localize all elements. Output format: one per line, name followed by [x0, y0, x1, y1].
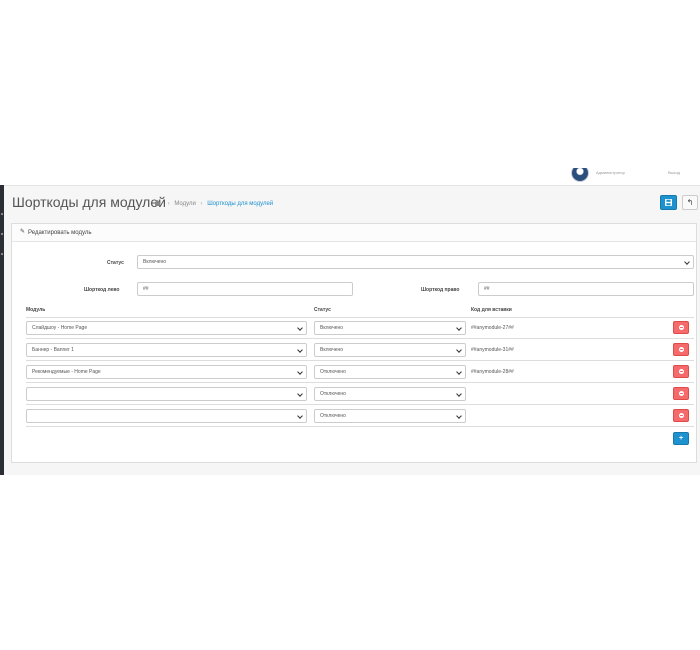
shortcode-left-input[interactable]: ##	[137, 282, 353, 296]
shortcode-right-value: ##	[484, 286, 490, 292]
shortcode-left-value: ##	[143, 286, 149, 292]
minus-circle-icon	[678, 325, 684, 330]
save-button[interactable]	[660, 195, 677, 210]
breadcrumb: › Модули › Шорткоды для модулей	[154, 200, 273, 207]
top-header-bar: Администратор Выход	[0, 168, 700, 185]
row-status-value: Включено	[320, 325, 344, 331]
minus-circle-icon	[678, 391, 684, 396]
status-select-value: Включено	[143, 259, 167, 265]
module-select-value: Слайдшоу - Home Page	[32, 325, 88, 331]
column-header-status: Статус	[314, 307, 331, 313]
bottom-blank-area	[0, 475, 700, 650]
add-row-button[interactable]: +	[673, 432, 689, 445]
user-name[interactable]: Администратор	[596, 170, 625, 175]
module-select[interactable]	[26, 387, 307, 401]
minus-circle-icon	[678, 369, 684, 374]
row-divider	[26, 426, 694, 427]
page-title: Шорткоды для модулей	[12, 194, 166, 210]
table-header-divider	[26, 317, 694, 318]
column-header-module: Модуль	[26, 307, 46, 313]
row-divider	[26, 382, 694, 383]
delete-row-button[interactable]	[673, 321, 689, 334]
plus-circle-icon: +	[678, 435, 684, 442]
insert-code: ##anymodule-31##	[471, 347, 514, 353]
row-status-select[interactable]: Включено	[314, 321, 466, 335]
breadcrumb-item-current[interactable]: Шорткоды для модулей	[207, 201, 273, 207]
insert-code: ##anymodule-28##	[471, 369, 514, 375]
user-avatar[interactable]	[571, 168, 589, 182]
module-select[interactable]: Слайдшоу - Home Page	[26, 321, 307, 335]
status-label: Статус	[107, 260, 124, 266]
module-select[interactable]: Баннер - Banner 1	[26, 343, 307, 357]
row-status-value: Включено	[320, 347, 344, 353]
sidebar-icon[interactable]	[1, 253, 3, 255]
row-status-value: Отключено	[320, 369, 346, 375]
edit-panel: ✎ Редактировать модуль Статус Включено Ш…	[11, 223, 697, 463]
module-select-value: Баннер - Banner 1	[32, 347, 74, 353]
pencil-icon: ✎	[20, 229, 26, 235]
main-content: Шорткоды для модулей › Модули › Шорткоды…	[4, 185, 700, 475]
sidebar-icon[interactable]	[1, 213, 3, 215]
panel-heading: ✎ Редактировать модуль	[12, 224, 696, 242]
shortcode-right-label: Шорткод право	[421, 287, 460, 293]
logout-link[interactable]: Выход	[668, 170, 680, 175]
panel-heading-text: Редактировать модуль	[28, 229, 92, 236]
insert-code: ##anymodule-27##	[471, 325, 514, 331]
row-divider	[26, 360, 694, 361]
delete-row-button[interactable]	[673, 387, 689, 400]
sidebar-icon[interactable]	[1, 233, 3, 235]
shortcode-right-input[interactable]: ##	[478, 282, 694, 296]
home-icon[interactable]	[154, 200, 161, 206]
top-blank-area	[0, 0, 700, 168]
row-status-select[interactable]: Включено	[314, 343, 466, 357]
minus-circle-icon	[678, 413, 684, 418]
shortcode-left-label: Шорткод лево	[84, 287, 120, 293]
module-select-value: Рекомендуемые - Home Page	[32, 369, 101, 375]
row-divider	[26, 338, 694, 339]
reply-icon: ↰	[686, 198, 694, 207]
back-button[interactable]: ↰	[682, 195, 698, 210]
delete-row-button[interactable]	[673, 343, 689, 356]
status-select[interactable]: Включено	[137, 255, 694, 269]
delete-row-button[interactable]	[673, 365, 689, 378]
delete-row-button[interactable]	[673, 409, 689, 422]
row-status-value: Отключено	[320, 391, 346, 397]
module-select[interactable]: Рекомендуемые - Home Page	[26, 365, 307, 379]
row-status-select[interactable]: Отключено	[314, 387, 466, 401]
row-status-value: Отключено	[320, 413, 346, 419]
row-divider	[26, 404, 694, 405]
row-status-select[interactable]: Отключено	[314, 365, 466, 379]
module-select[interactable]	[26, 409, 307, 423]
column-header-code: Код для вставки	[471, 307, 512, 313]
row-status-select[interactable]: Отключено	[314, 409, 466, 423]
minus-circle-icon	[678, 347, 684, 352]
breadcrumb-item-modules[interactable]: Модули	[174, 201, 196, 207]
save-icon	[665, 199, 672, 206]
